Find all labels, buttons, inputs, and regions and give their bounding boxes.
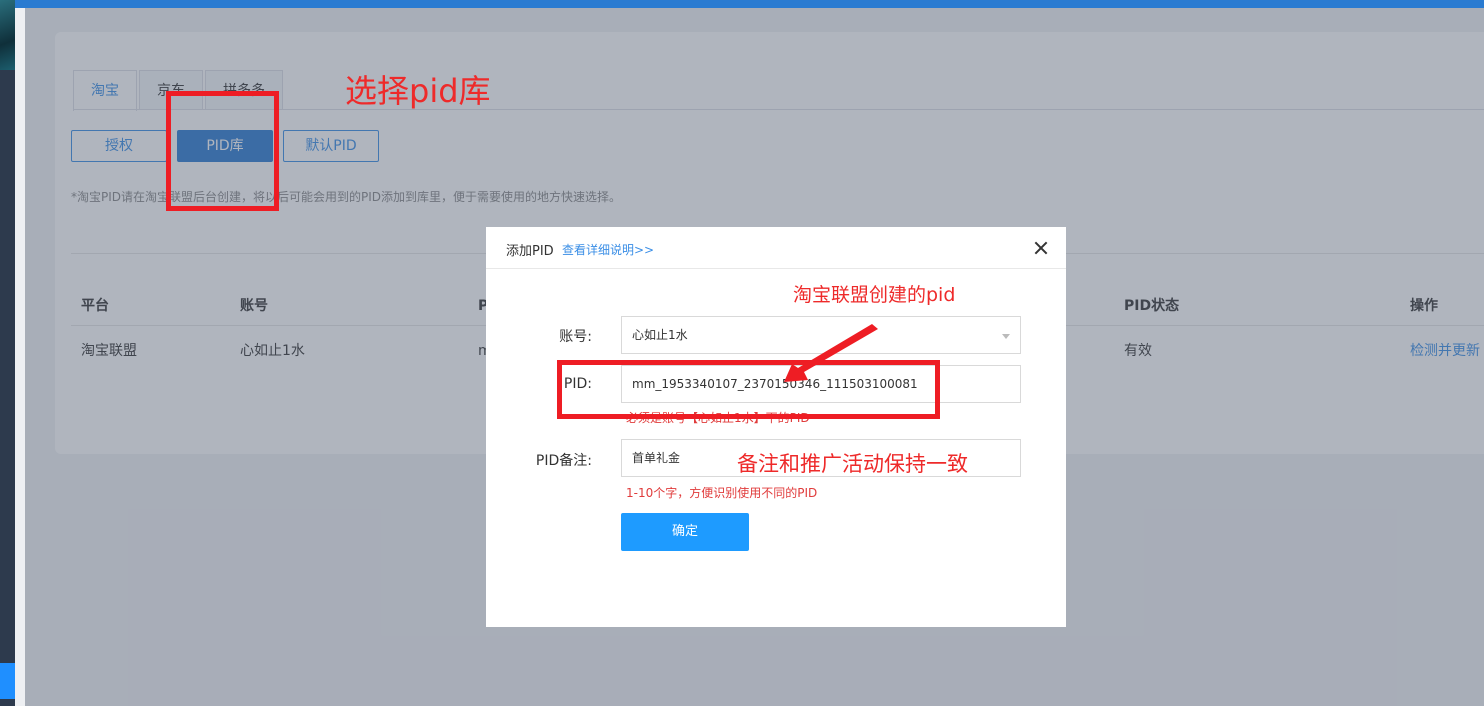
detail-link[interactable]: 查看详细说明>> bbox=[562, 241, 654, 258]
confirm-button[interactable]: 确定 bbox=[621, 513, 749, 551]
left-sidebar bbox=[0, 0, 15, 706]
chevron-down-icon bbox=[1002, 334, 1010, 339]
account-select-value: 心如止1水 bbox=[632, 328, 688, 342]
annotation-box-pid-library bbox=[166, 91, 279, 211]
annotation-select-lib: 选择pid库 bbox=[345, 72, 491, 110]
top-bar bbox=[0, 0, 1484, 8]
annotation-arrow-icon bbox=[784, 324, 878, 382]
dialog-title: 添加PID bbox=[506, 244, 554, 259]
add-pid-dialog: 添加PID 查看详细说明>> 账号: 心如止1水 PID: mm_1953340… bbox=[486, 227, 1066, 627]
annotation-box-pid-input bbox=[557, 360, 940, 419]
close-icon[interactable] bbox=[1030, 237, 1052, 259]
note-label: PID备注: bbox=[535, 453, 592, 469]
sidebar-active-item[interactable] bbox=[0, 663, 15, 699]
note-help-text: 1-10个字，方便识别使用不同的PID bbox=[626, 486, 818, 500]
annotation-note-consistent: 备注和推广活动保持一致 bbox=[737, 452, 968, 476]
annotation-created-pid: 淘宝联盟创建的pid bbox=[793, 284, 956, 306]
account-label: 账号: bbox=[559, 329, 592, 345]
sidebar-avatar[interactable] bbox=[0, 0, 15, 70]
dialog-header: 添加PID 查看详细说明>> bbox=[486, 227, 1066, 269]
